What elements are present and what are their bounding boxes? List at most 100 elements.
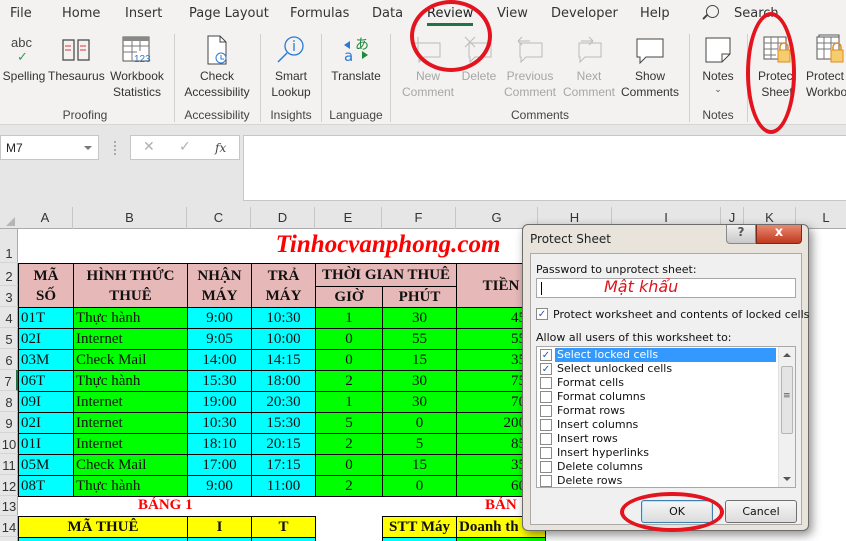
scroll-thumb[interactable]: [781, 366, 793, 434]
column-header[interactable]: D: [251, 207, 315, 229]
row-header[interactable]: 3: [0, 286, 18, 307]
chevron-down-icon[interactable]: [84, 146, 92, 150]
tab-formulas[interactable]: Formulas: [290, 6, 349, 21]
cell-gio[interactable]: 0: [315, 328, 383, 350]
cell-ma[interactable]: 06T: [18, 370, 74, 392]
show-comments-button[interactable]: Show Comments: [618, 32, 682, 100]
cell-hinh-thuc[interactable]: Check Mail: [73, 349, 188, 371]
permissions-list[interactable]: ✓ Select locked cells ✓ Select unlocked cel…: [536, 346, 796, 488]
cell-hinh-thuc[interactable]: Internet: [73, 328, 188, 350]
cancel-button[interactable]: Cancel: [725, 500, 797, 523]
cell-phut[interactable]: 0: [382, 475, 457, 497]
list-scrollbar[interactable]: [778, 347, 795, 487]
header-hinh-thuc-thue[interactable]: HÌNH THỨC THUÊ: [73, 263, 188, 308]
cell-gio[interactable]: 2: [315, 475, 383, 497]
formula-input[interactable]: [243, 135, 846, 201]
permission-checkbox[interactable]: [540, 419, 552, 431]
cell-phut[interactable]: 30: [382, 391, 457, 413]
bang1-header-t[interactable]: T: [251, 516, 316, 538]
row-header[interactable]: 12: [0, 475, 18, 496]
tab-developer[interactable]: Developer: [551, 6, 618, 21]
cell-phut[interactable]: 30: [382, 370, 457, 392]
cell-tra[interactable]: 15:30: [251, 412, 316, 434]
permission-item[interactable]: ✓ Select locked cells: [537, 348, 777, 362]
cell-hinh-thuc[interactable]: Thực hành: [73, 475, 188, 497]
cell-tra[interactable]: 17:15: [251, 454, 316, 476]
cell-ma[interactable]: 02I: [18, 328, 74, 350]
permission-item[interactable]: Insert hyperlinks: [537, 446, 777, 460]
bang1-header-ma-thue[interactable]: MÃ THUÊ: [18, 516, 188, 538]
scroll-up-icon[interactable]: [783, 353, 791, 357]
permission-item[interactable]: ✓ Select unlocked cells: [537, 362, 777, 376]
cell-ma[interactable]: 02I: [18, 412, 74, 434]
row-header[interactable]: 14: [0, 516, 18, 537]
cell-nhan[interactable]: 15:30: [187, 370, 252, 392]
help-button[interactable]: ?: [726, 225, 756, 244]
cell-nhan[interactable]: 17:00: [187, 454, 252, 476]
row-header[interactable]: 4: [0, 307, 18, 328]
row-header[interactable]: 10: [0, 433, 18, 454]
cell-phut[interactable]: 5: [382, 433, 457, 455]
select-all-button[interactable]: [0, 207, 18, 229]
cell-ma[interactable]: 01I: [18, 433, 74, 455]
cell-tra[interactable]: 18:00: [251, 370, 316, 392]
column-header[interactable]: E: [315, 207, 382, 229]
translate-button[interactable]: aあ Translate: [326, 32, 386, 84]
permission-checkbox[interactable]: [540, 447, 552, 459]
search-icon[interactable]: [706, 5, 719, 18]
row-header[interactable]: 13: [0, 496, 18, 516]
header-nhan-may[interactable]: NHẬN MÁY: [187, 263, 252, 308]
workbook-statistics-button[interactable]: 123 Workbook Statistics: [108, 32, 166, 100]
cell-nhan[interactable]: 9:00: [187, 475, 252, 497]
row-header[interactable]: 2: [0, 263, 18, 286]
cell-ma[interactable]: 09I: [18, 391, 74, 413]
header-gio[interactable]: GIỜ: [315, 286, 383, 308]
cell-phut[interactable]: 55: [382, 328, 457, 350]
check-accessibility-button[interactable]: Check Accessibility: [180, 32, 254, 100]
row-header[interactable]: 6: [0, 349, 18, 370]
cell-tra[interactable]: 20:15: [251, 433, 316, 455]
protect-workbook-button[interactable]: Protect Workbook: [806, 32, 846, 100]
password-input[interactable]: Mật khẩu: [536, 277, 796, 298]
row-header[interactable]: 5: [0, 328, 18, 349]
cell-nhan[interactable]: 9:00: [187, 307, 252, 329]
cell-gio[interactable]: 2: [315, 433, 383, 455]
cell-gio[interactable]: 0: [315, 349, 383, 371]
cell-tra[interactable]: 10:00: [251, 328, 316, 350]
cell-ma[interactable]: 03M: [18, 349, 74, 371]
cell-hinh-thuc[interactable]: Check Mail: [73, 454, 188, 476]
row-header[interactable]: 1: [0, 229, 18, 263]
permission-item[interactable]: Format columns: [537, 390, 777, 404]
close-button[interactable]: x: [756, 225, 802, 244]
enter-icon[interactable]: ✓: [179, 139, 191, 155]
column-header[interactable]: A: [18, 207, 73, 229]
permission-item[interactable]: Insert rows: [537, 432, 777, 446]
tab-help[interactable]: Help: [640, 6, 670, 21]
scroll-down-icon[interactable]: [783, 477, 791, 481]
permission-checkbox[interactable]: [540, 391, 552, 403]
cell-hinh-thuc[interactable]: Internet: [73, 412, 188, 434]
row-header[interactable]: 8: [0, 391, 18, 412]
cell-phut[interactable]: 0: [382, 412, 457, 434]
column-header[interactable]: F: [382, 207, 456, 229]
cell-gio[interactable]: 5: [315, 412, 383, 434]
permission-item[interactable]: Format rows: [537, 404, 777, 418]
resize-handle[interactable]: [114, 141, 116, 155]
cell-nhan[interactable]: 14:00: [187, 349, 252, 371]
permission-checkbox[interactable]: [540, 475, 552, 487]
cell[interactable]: [382, 537, 457, 541]
previous-comment-button[interactable]: Previous Comment: [500, 32, 560, 100]
cell-nhan[interactable]: 10:30: [187, 412, 252, 434]
cell-ma[interactable]: 08T: [18, 475, 74, 497]
cell-ma[interactable]: 01T: [18, 307, 74, 329]
cell-nhan[interactable]: 18:10: [187, 433, 252, 455]
cell-tra[interactable]: 11:00: [251, 475, 316, 497]
row-header[interactable]: 11: [0, 454, 18, 475]
permission-checkbox[interactable]: ✓: [540, 363, 552, 375]
row-header[interactable]: 7: [0, 370, 18, 391]
protect-checkbox[interactable]: ✓: [536, 308, 548, 320]
header-tra-may[interactable]: TRẢ MÁY: [251, 263, 316, 308]
permission-checkbox[interactable]: [540, 377, 552, 389]
bang1-header-i[interactable]: I: [187, 516, 252, 538]
cell-gio[interactable]: 2: [315, 370, 383, 392]
